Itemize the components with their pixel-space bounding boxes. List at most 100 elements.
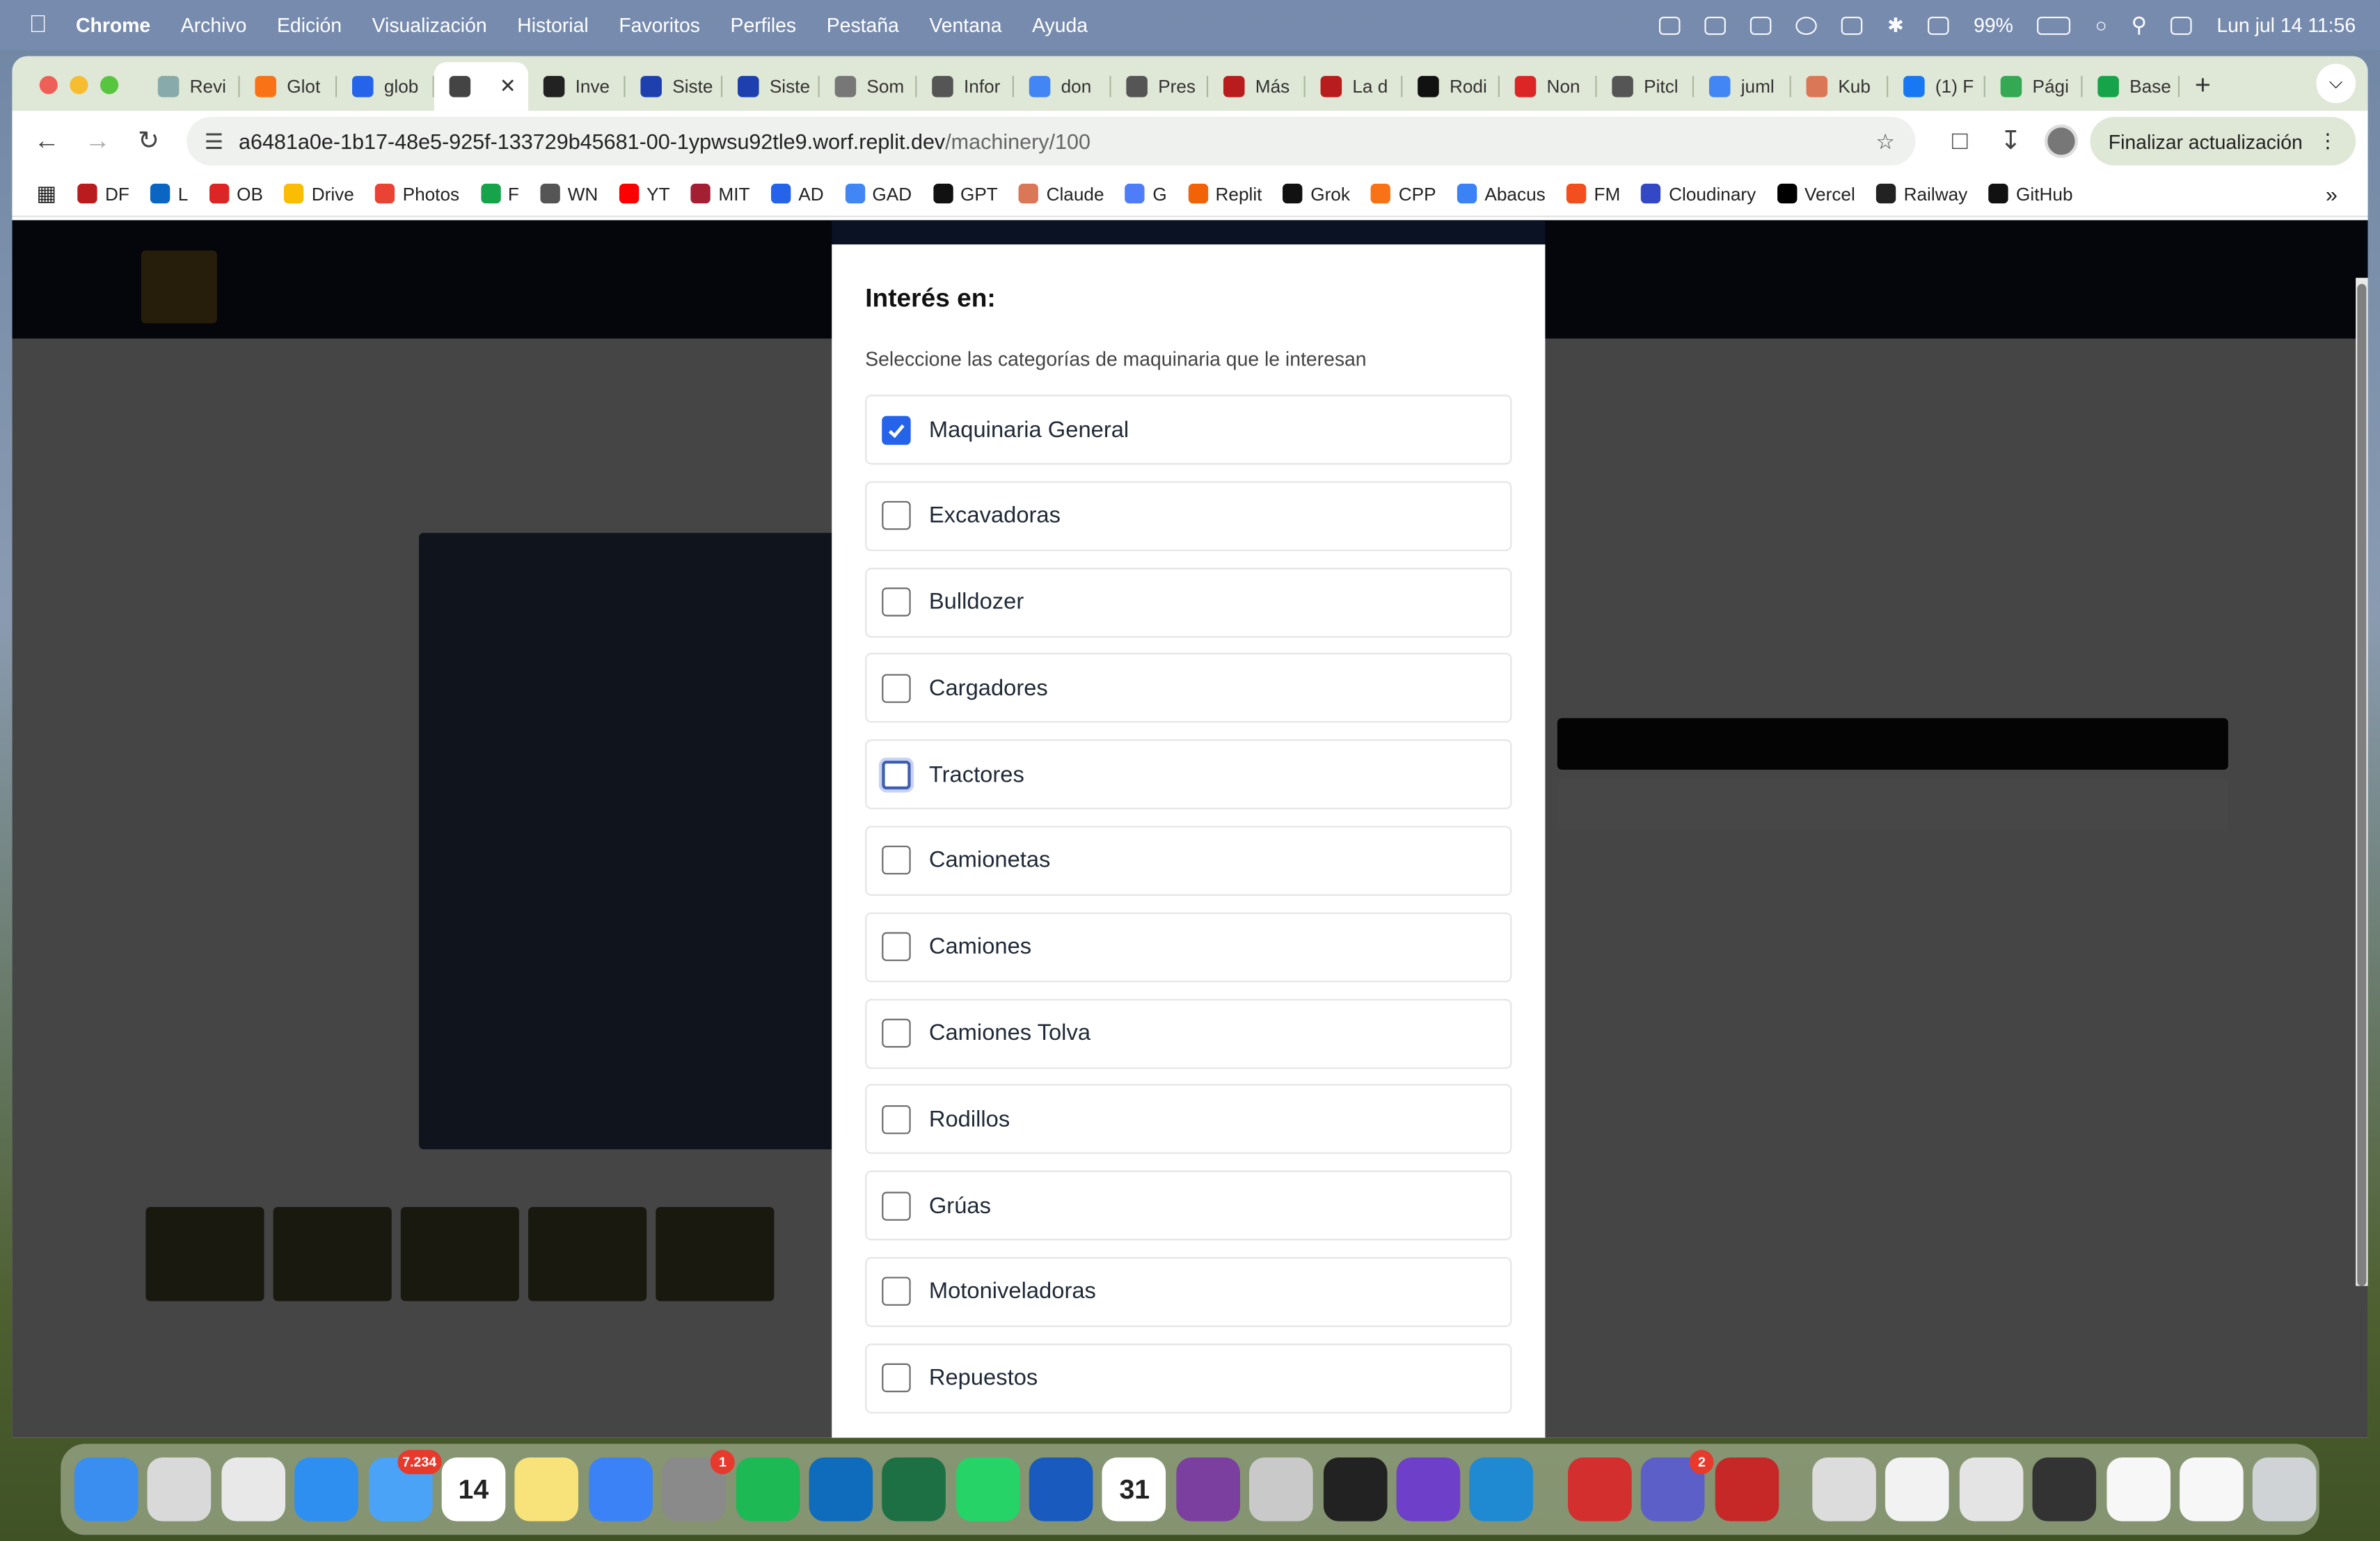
dock-app-finder-icon[interactable] (74, 1457, 138, 1522)
forward-icon[interactable]: → (75, 118, 120, 164)
bookmark-item[interactable]: Grok (1283, 183, 1350, 204)
bookmark-item[interactable]: Abacus (1457, 183, 1546, 204)
category-checkbox[interactable] (882, 1018, 911, 1048)
dock-app-settings-icon[interactable]: 1 (662, 1450, 735, 1522)
dock-app-doc-thumb-3-icon[interactable] (2106, 1457, 2171, 1522)
category-checkbox[interactable] (882, 932, 911, 962)
back-icon[interactable]: ← (24, 118, 69, 164)
category-option[interactable]: Grúas (865, 1171, 1512, 1241)
bookmark-item[interactable]: AD (771, 183, 824, 204)
bookmark-item[interactable]: Drive (284, 183, 354, 204)
dock-app-phone-mirror-icon[interactable] (1249, 1457, 1314, 1522)
category-checkbox[interactable] (882, 1364, 911, 1393)
bookmark-item[interactable]: OB (209, 183, 263, 204)
bookmark-item[interactable]: F (480, 183, 519, 204)
bookmark-item[interactable]: GPT (933, 183, 998, 204)
browser-tab[interactable]: (1) F (1888, 62, 1985, 111)
bookmark-item[interactable]: GAD (845, 183, 912, 204)
dock-app-launchpad-icon[interactable] (148, 1457, 212, 1522)
menubar-item[interactable]: Visualización (372, 14, 487, 37)
dock-app-pdf-app-icon[interactable] (1714, 1457, 1779, 1522)
extensions-icon[interactable]: □ (1937, 118, 1982, 164)
browser-tab[interactable]: Pági (1985, 62, 2083, 111)
browser-tab[interactable]: Base (2082, 62, 2180, 111)
menubar-item[interactable]: Pestaña (827, 14, 899, 37)
dock-app-doc-thumb-4-icon[interactable] (2179, 1457, 2244, 1522)
category-checkbox[interactable] (882, 1105, 911, 1135)
apple-menu-icon[interactable]:  (0, 11, 76, 38)
scrollbar-thumb[interactable] (2357, 283, 2367, 1286)
dock-app-teams-icon[interactable]: 2 (1641, 1450, 1714, 1522)
dock-app-circle-app-icon[interactable] (1176, 1457, 1240, 1522)
minimize-window-icon[interactable] (70, 76, 88, 95)
dock-app-outlook-icon[interactable] (809, 1457, 873, 1522)
browser-tab[interactable]: Kub (1791, 62, 1889, 111)
category-checkbox[interactable] (882, 1191, 911, 1221)
menubar-app-name[interactable]: Chrome (76, 14, 150, 37)
browser-tab[interactable]: glob (337, 62, 434, 111)
category-option[interactable]: Camionetas (865, 825, 1512, 896)
bookmark-item[interactable]: FM (1566, 183, 1620, 204)
category-option[interactable]: Camiones Tolva (865, 998, 1512, 1068)
bookmark-item[interactable]: G (1125, 183, 1167, 204)
category-option[interactable]: Camiones (865, 912, 1512, 982)
status-icon[interactable] (1659, 15, 1681, 35)
bookmark-item[interactable]: Railway (1876, 183, 1967, 204)
dock-app-doc-thumb-1-icon[interactable] (1885, 1457, 1950, 1522)
browser-tab[interactable]: juml (1694, 62, 1791, 111)
browser-tab[interactable]: Pres (1111, 62, 1209, 111)
search-icon[interactable]: ⚲ (2132, 12, 2147, 38)
new-tab-button[interactable]: + (2180, 70, 2226, 111)
browser-tab[interactable]: La d (1306, 62, 1403, 111)
category-checkbox[interactable] (882, 674, 911, 703)
dock-app-word-icon[interactable] (1029, 1457, 1093, 1522)
dock-app-github-desktop-icon[interactable] (1396, 1457, 1461, 1522)
site-info-icon[interactable]: ☰ (205, 128, 223, 154)
browser-tab[interactable]: Revi (143, 62, 240, 111)
browser-tab[interactable]: Non (1500, 62, 1597, 111)
browser-tab[interactable]: ✕ (434, 62, 529, 111)
dock-app-documents-icon[interactable] (1812, 1457, 1876, 1522)
apps-grid-icon[interactable]: ▦ (36, 181, 56, 207)
menubar-item[interactable]: Edición (277, 14, 342, 37)
dock-app-replit-icon[interactable] (1323, 1457, 1387, 1522)
bluetooth-icon[interactable]: ✱ (1887, 13, 1904, 38)
play-icon[interactable] (1796, 15, 1818, 35)
browser-tab[interactable]: Siste (722, 62, 820, 111)
browser-tab[interactable]: Siste (626, 62, 723, 111)
clock[interactable]: Lun jul 14 11:56 (2216, 14, 2356, 37)
dock-app-acrobat-icon[interactable] (1567, 1457, 1632, 1522)
bookmark-item[interactable]: WN (540, 183, 598, 204)
page-scrollbar[interactable] (2356, 278, 2368, 1286)
dock-app-trash-icon[interactable] (2253, 1457, 2317, 1522)
category-option[interactable]: Cargadores (865, 653, 1512, 724)
category-checkbox[interactable] (882, 587, 911, 617)
browser-tab[interactable]: Rodi (1402, 62, 1500, 111)
category-option[interactable]: Repuestos (865, 1343, 1512, 1414)
status-icon[interactable] (1841, 15, 1864, 35)
dock-app-keynote-icon[interactable] (588, 1457, 653, 1522)
browser-tab[interactable]: Inve (528, 62, 626, 111)
menubar-item[interactable]: Perfiles (731, 14, 797, 37)
bookmarks-overflow-icon[interactable]: » (2326, 182, 2338, 206)
bookmark-star-icon[interactable]: ☆ (1875, 128, 1894, 154)
bookmark-item[interactable]: DF (77, 183, 129, 204)
control-center-icon[interactable] (2171, 15, 2193, 35)
dock-app-calendar-icon[interactable]: 14 (441, 1457, 506, 1522)
dock-app-spotify-icon[interactable] (735, 1457, 800, 1522)
menubar-item[interactable]: Ayuda (1032, 14, 1088, 37)
more-menu-icon[interactable]: ⋮ (2318, 129, 2338, 153)
update-button[interactable]: Finalizar actualización ⋮ (2090, 116, 2356, 166)
bookmark-item[interactable]: Replit (1188, 183, 1262, 204)
bookmark-item[interactable]: Cloudinary (1641, 183, 1756, 204)
category-checkbox[interactable] (882, 501, 911, 530)
status-icon[interactable] (1750, 15, 1772, 35)
close-window-icon[interactable] (39, 76, 58, 95)
status-icon[interactable] (1705, 15, 1727, 35)
browser-tab[interactable]: Pitcl (1597, 62, 1695, 111)
menubar-item[interactable]: Historial (517, 14, 588, 37)
keyboard-icon[interactable] (1928, 15, 1950, 35)
bookmark-item[interactable]: Photos (375, 183, 459, 204)
bookmark-item[interactable]: MIT (691, 183, 749, 204)
dock-app-notes-icon[interactable] (515, 1457, 579, 1522)
